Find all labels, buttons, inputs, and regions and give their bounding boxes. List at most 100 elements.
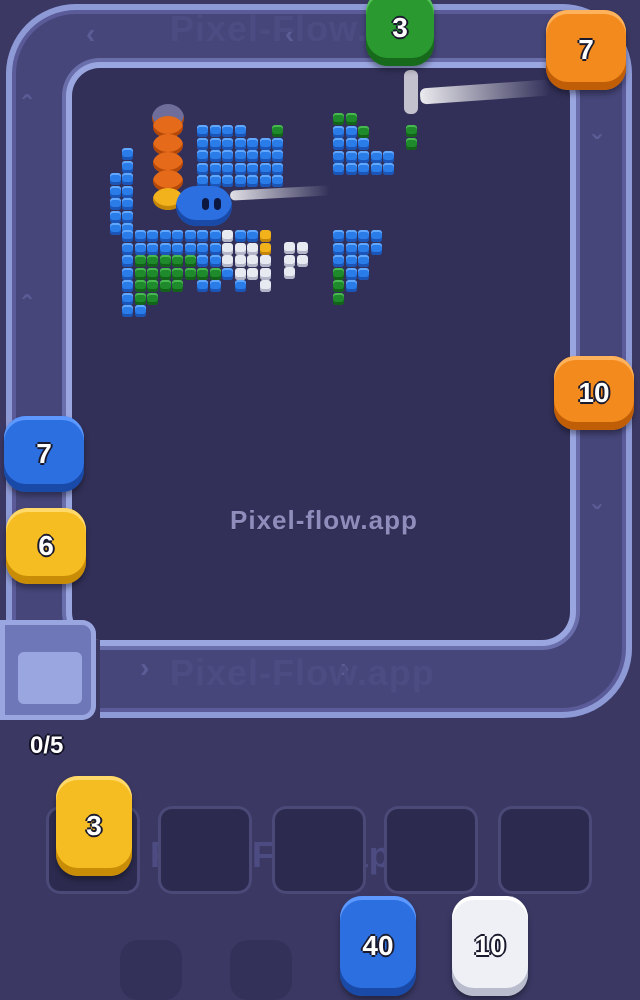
holding-slot-2[interactable]: [158, 806, 252, 894]
pixel-block: [333, 280, 344, 292]
pixel-block: [122, 198, 133, 210]
pixel-block: [222, 162, 233, 175]
pixel-block: [333, 292, 344, 305]
pixel-block: [234, 267, 246, 280]
pixel-block: [272, 125, 283, 137]
pixel-block: [222, 267, 233, 280]
pixel-block: [172, 267, 183, 280]
pixel-block: [159, 242, 171, 255]
pixel-block: [234, 150, 246, 162]
pixel-block: [209, 162, 221, 175]
chevron-right-icon: ›: [140, 652, 150, 683]
pixel-block: [109, 173, 121, 185]
reserve-placeholder: [120, 940, 182, 1000]
pixel-block: [406, 137, 417, 150]
pixel-block: [247, 242, 258, 255]
shooter-count: 3: [392, 12, 408, 43]
pixel-block: [197, 137, 208, 150]
pixel-block: [109, 223, 121, 235]
pixel-block: [247, 175, 258, 187]
pixel-block: [209, 267, 221, 280]
pixel-block: [197, 242, 208, 255]
pixel-block: [234, 255, 246, 267]
pixel-block: [134, 255, 146, 267]
pixel-block: [383, 150, 394, 163]
pixel-block: [147, 292, 158, 305]
pixel-block: [122, 185, 133, 198]
holding-slot-3[interactable]: [272, 806, 366, 894]
shooter-count: 10: [474, 930, 506, 961]
pixel-block: [134, 230, 146, 242]
pixel-block: [134, 267, 146, 280]
pixel-block: [122, 173, 133, 185]
pixel-block: [259, 280, 271, 292]
pixel-block: [159, 255, 171, 267]
shooter-green-top[interactable]: 3: [366, 0, 434, 66]
pixel-block: [122, 210, 133, 223]
pixel-block: [122, 160, 133, 173]
pixel-block: [222, 150, 233, 162]
pixel-block: [197, 280, 208, 292]
pixel-block: [222, 230, 233, 242]
shooter-yellow-left[interactable]: 6: [6, 508, 86, 584]
pixel-block: [284, 242, 295, 254]
holding-slot-4[interactable]: [384, 806, 478, 894]
pixel-block: [358, 150, 369, 163]
pixel-block: [259, 137, 271, 150]
pixel-block: [159, 267, 171, 280]
pixel-block: [222, 242, 233, 255]
pixel-block: [272, 162, 283, 175]
pixel-block: [209, 255, 221, 267]
dispenser-slot: [18, 652, 82, 704]
shooter-orange-right[interactable]: 10: [554, 356, 634, 430]
pixel-block: [333, 113, 344, 125]
pixel-block: [358, 125, 369, 138]
pixel-block: [358, 138, 369, 150]
pixel-block: [272, 175, 283, 187]
slot-shooter-yellow[interactable]: 3: [56, 776, 132, 876]
pixel-block: [197, 230, 208, 242]
pixel-block: [358, 267, 369, 280]
pixel-block: [358, 242, 369, 255]
pixel-block: [345, 150, 357, 163]
pixel-block: [333, 163, 344, 175]
reserve-shooter-blue[interactable]: 40: [340, 896, 416, 996]
pixel-block: [109, 210, 121, 223]
pixel-block: [247, 150, 258, 162]
pixel-block: [345, 255, 357, 267]
pixel-block: [134, 280, 146, 292]
pixel-block: [333, 230, 344, 242]
pixel-block: [209, 125, 221, 137]
pixel-art-target: [0, 0, 640, 640]
reserve-shooter-white[interactable]: 10: [452, 896, 528, 996]
pixel-block: [122, 305, 133, 317]
pixel-block: [109, 198, 121, 210]
shooter-orange-top-right[interactable]: 7: [546, 10, 626, 90]
pixel-block: [383, 163, 394, 175]
pixel-block: [209, 230, 221, 242]
pixel-block: [345, 138, 357, 150]
holding-slot-5[interactable]: [498, 806, 592, 894]
pixel-block: [358, 255, 369, 267]
queue-counter: 0/5: [30, 732, 64, 759]
pixel-block: [222, 125, 233, 137]
shooter-count: 7: [578, 34, 594, 65]
pixel-block: [284, 267, 295, 279]
pixel-block: [197, 150, 208, 162]
pixel-block: [234, 175, 246, 187]
pixel-block: [333, 150, 344, 163]
pixel-block: [234, 230, 246, 242]
pixel-block: [370, 230, 382, 242]
pixel-block: [122, 148, 133, 160]
shooter-blue-left[interactable]: 7: [4, 416, 84, 492]
pixel-block: [122, 267, 133, 280]
pixel-block: [333, 267, 344, 280]
pixel-block: [234, 242, 246, 255]
watermark-center: Pixel-flow.app: [230, 505, 418, 535]
pixel-block: [370, 242, 382, 255]
shot-trail: [404, 70, 418, 114]
shooter-count: 40: [362, 930, 394, 961]
pixel-block: [272, 150, 283, 162]
pixel-block: [406, 125, 417, 137]
pixel-block: [370, 150, 382, 163]
